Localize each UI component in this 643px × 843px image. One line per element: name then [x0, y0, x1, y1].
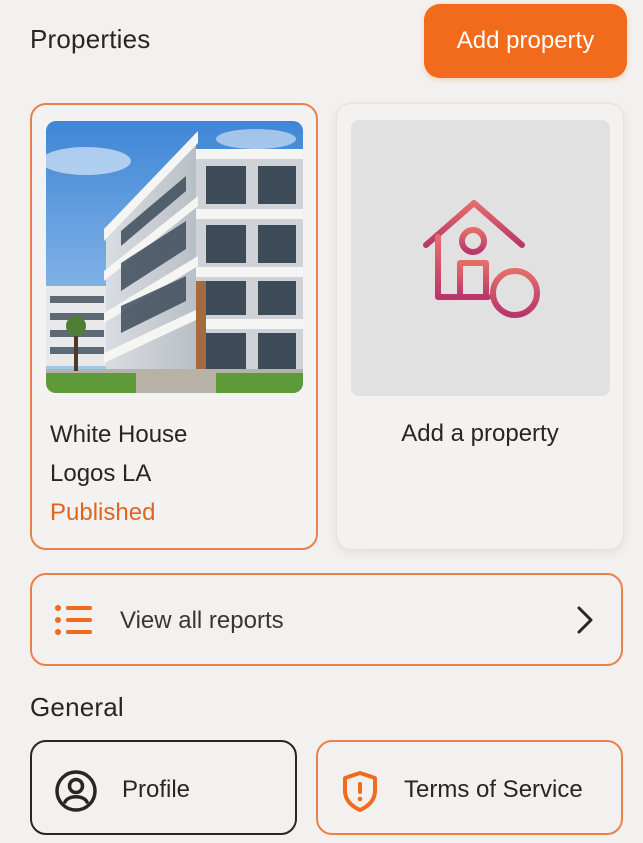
property-location: Logos LA [50, 460, 152, 487]
view-all-reports-button[interactable]: View all reports [30, 573, 623, 666]
profile-label: Profile [122, 776, 191, 803]
shield-icon [343, 771, 377, 812]
terms-of-service-button[interactable]: Terms of Service [316, 740, 623, 835]
page-title: Properties [30, 24, 151, 54]
add-property-label: Add a property [401, 420, 559, 447]
profile-button[interactable]: Profile [30, 740, 297, 835]
add-property-button[interactable]: Add property [424, 4, 627, 78]
chevron-right-icon [577, 606, 593, 634]
add-property-card[interactable]: Add a property [336, 103, 624, 550]
property-photo [46, 121, 303, 393]
house-plus-icon [422, 200, 540, 318]
property-name: White House [50, 421, 188, 448]
section-title-general: General [30, 692, 124, 722]
list-icon [55, 605, 92, 635]
add-property-tile [351, 120, 610, 396]
view-all-reports-label: View all reports [120, 607, 284, 634]
property-card[interactable]: White House Logos LA Published [30, 103, 318, 550]
user-circle-icon [55, 770, 97, 812]
terms-of-service-label: Terms of Service [404, 776, 583, 803]
status-badge: Published [50, 499, 156, 526]
